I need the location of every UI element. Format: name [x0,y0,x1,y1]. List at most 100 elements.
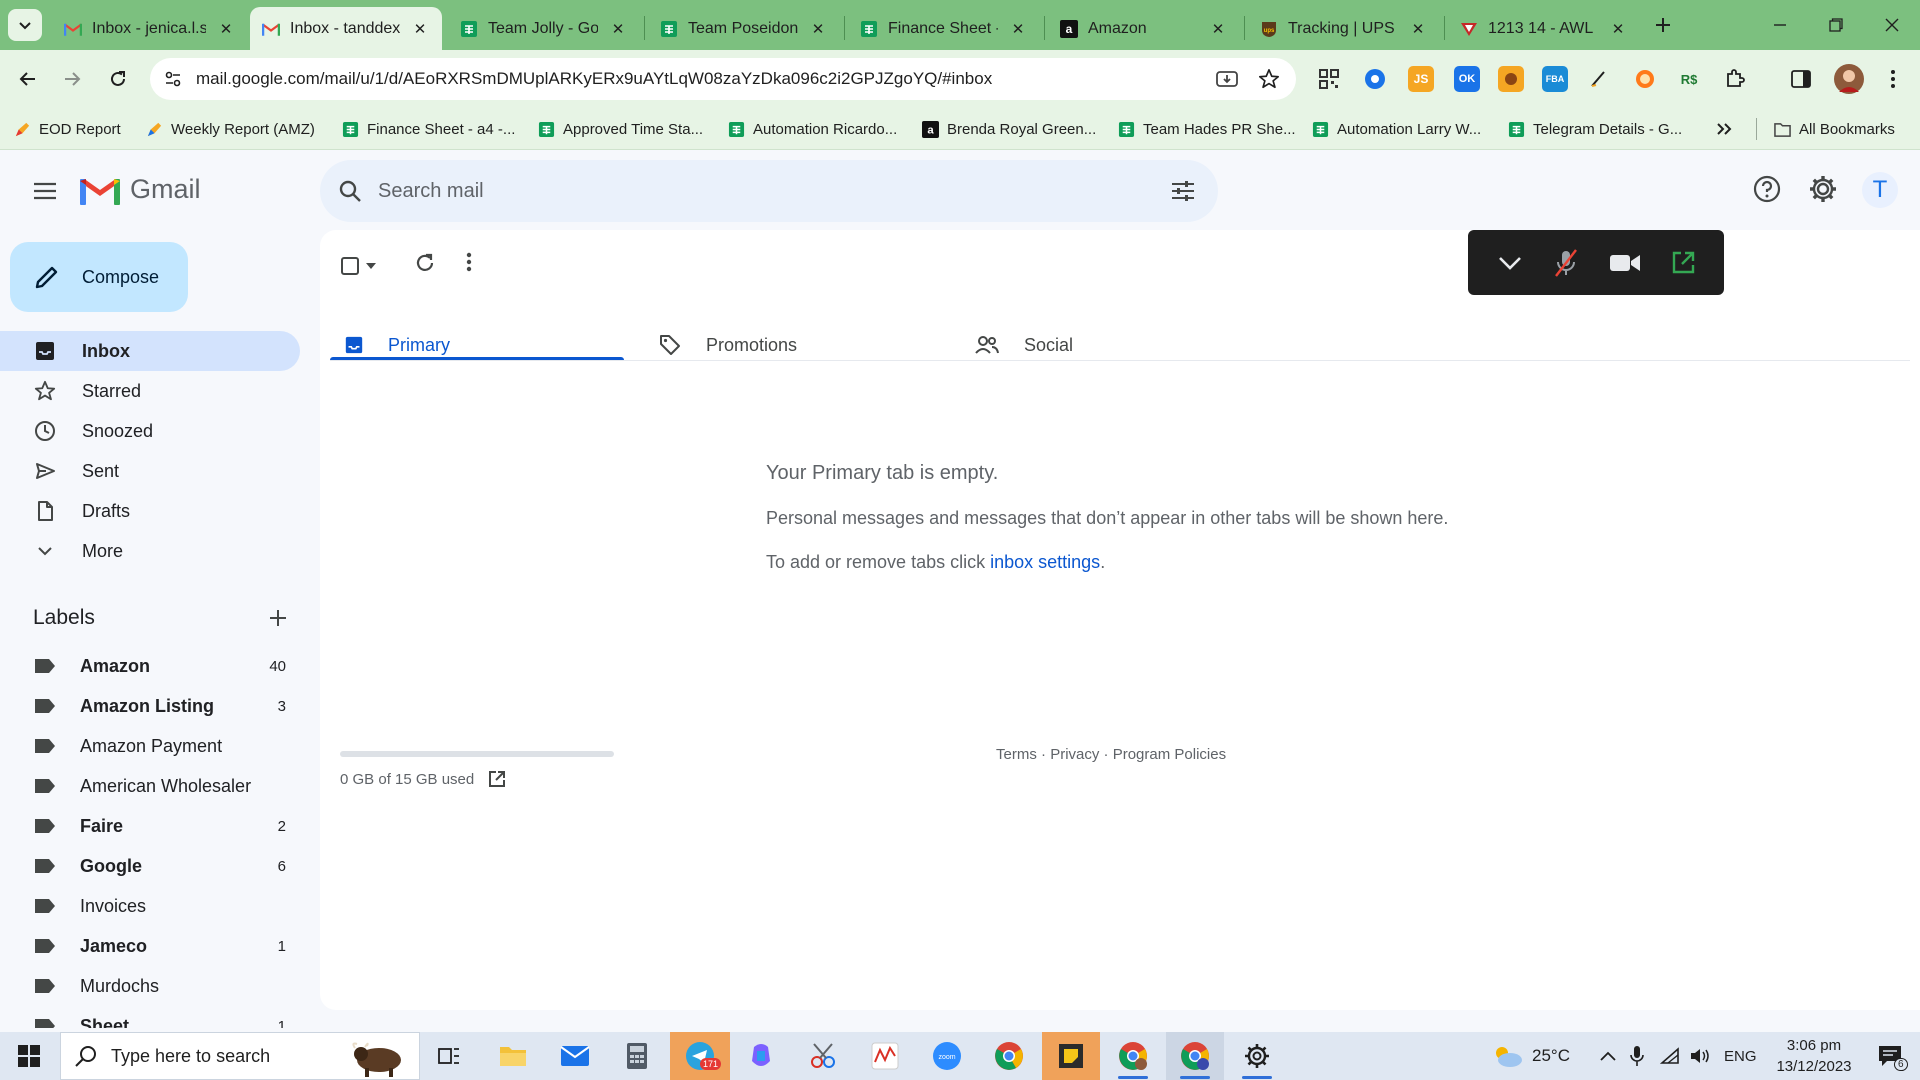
close-tab-icon[interactable]: ✕ [216,20,236,38]
tab-promotions[interactable]: Promotions [658,312,928,378]
privacy-link[interactable]: Privacy [1050,746,1099,763]
forward-button[interactable] [56,63,88,95]
bookmark-star-icon[interactable] [1258,68,1280,90]
copilot-app[interactable] [732,1032,790,1080]
browser-tab-active[interactable]: Inbox - tanddexp ✕ [250,7,442,50]
open-in-new-icon[interactable] [488,770,506,788]
create-label-button[interactable] [266,606,290,630]
zoom-app[interactable]: zoom [918,1032,976,1080]
settings-app[interactable] [1228,1032,1286,1080]
close-tab-icon[interactable]: ✕ [1608,20,1628,38]
search-input[interactable] [378,179,1138,203]
label-item[interactable]: Google 6 [0,846,300,886]
settings-button[interactable] [1808,174,1838,204]
browser-tab[interactable]: ups Tracking | UPS - L ✕ [1248,7,1440,50]
stocks-app[interactable] [856,1032,914,1080]
label-item[interactable]: Amazon 40 [0,646,300,686]
close-tab-icon[interactable]: ✕ [1208,20,1228,38]
telegram-app[interactable]: 171 [670,1032,730,1080]
clock[interactable]: 3:06 pm 13/12/2023 [1768,1032,1860,1080]
all-bookmarks-button[interactable]: All Bookmarks [1774,108,1895,150]
label-item[interactable]: Jameco 1 [0,926,300,966]
ok-icon[interactable]: OK [1454,66,1480,92]
browser-tab[interactable]: 1213 14 - AWL L ✕ [1448,7,1640,50]
chrome-menu-icon[interactable] [1880,66,1906,92]
main-menu-button[interactable] [28,176,62,206]
profile-avatar[interactable] [1834,64,1864,94]
browser-tab[interactable]: Team Jolly - Goo ✕ [448,7,640,50]
label-item[interactable]: Murdochs [0,966,300,1006]
new-tab-button[interactable] [1648,10,1678,40]
js-icon[interactable]: JS [1408,66,1434,92]
pen-ext-icon[interactable] [1586,66,1612,92]
network-tray-icon[interactable] [1660,1032,1680,1080]
open-in-new-icon[interactable] [1670,250,1696,276]
mic-off-icon[interactable] [1552,248,1580,278]
file-explorer-app[interactable] [484,1032,542,1080]
inbox-settings-link[interactable]: inbox settings [990,552,1100,572]
gmail-logo[interactable]: Gmail [80,174,201,205]
minimize-window-button[interactable] [1752,0,1808,50]
video-camera-icon[interactable] [1609,252,1641,274]
browser-tab[interactable]: Finance Sheet - a ✕ [848,7,1040,50]
bookmark-item[interactable]: EOD Report [14,108,121,150]
tray-overflow-button[interactable] [1600,1032,1616,1080]
nav-starred[interactable]: Starred [0,371,300,411]
sticky-notes-app[interactable] [1042,1032,1100,1080]
help-button[interactable] [1752,174,1782,204]
notification-center-button[interactable]: 6 [1868,1032,1912,1080]
bookmark-item[interactable]: Automation Larry W... [1312,108,1481,150]
circle-ext-icon[interactable] [1632,66,1658,92]
browser-tab[interactable]: Team Poseidon P ✕ [648,7,840,50]
terms-link[interactable]: Terms [996,746,1037,763]
mail-app[interactable] [546,1032,604,1080]
label-item[interactable]: Invoices [0,886,300,926]
label-item[interactable]: American Wholesaler [0,766,300,806]
amz-ext-icon[interactable] [1498,66,1524,92]
browser-tab[interactable]: Inbox - jenica.l.sc ✕ [52,7,248,50]
search-bar[interactable] [320,160,1218,222]
label-item[interactable]: Amazon Payment [0,726,300,766]
nav-inbox[interactable]: Inbox [0,331,300,371]
search-icon[interactable] [338,179,362,203]
taskbar-search[interactable]: Type here to search [60,1032,420,1080]
select-all-checkbox[interactable] [340,250,384,282]
more-bookmarks-button[interactable] [1716,108,1732,150]
tab-social[interactable]: Social [974,312,1244,378]
bookmark-item[interactable]: Automation Ricardo... [728,108,897,150]
bookmark-item[interactable]: Approved Time Sta... [538,108,703,150]
bookmark-item[interactable]: Weekly Report (AMZ) [146,108,315,150]
weather-widget[interactable]: 25°C [1490,1032,1570,1080]
task-view-button[interactable] [420,1032,478,1080]
nav-snoozed[interactable]: Snoozed [0,411,300,451]
bookmark-item[interactable]: Team Hades PR She... [1118,108,1296,150]
chrome-profile-app-active[interactable] [1166,1032,1224,1080]
program-policies-link[interactable]: Program Policies [1113,746,1226,763]
chevron-down-icon[interactable] [1497,254,1523,272]
label-item[interactable]: Amazon Listing 3 [0,686,300,726]
install-app-icon[interactable] [1216,69,1238,89]
account-avatar[interactable]: T [1862,172,1898,208]
fba-icon[interactable]: FBA [1542,66,1568,92]
bookmark-item[interactable]: Telegram Details - G... [1508,108,1682,150]
browser-tab[interactable]: a Amazon ✕ [1048,7,1240,50]
reload-button[interactable] [102,63,134,95]
chrome-profile-app[interactable] [1104,1032,1162,1080]
site-info-icon[interactable] [164,70,182,88]
bookmark-item[interactable]: a Brenda Royal Green... [922,108,1096,150]
close-tab-icon[interactable]: ✕ [808,20,828,38]
rs-icon[interactable]: R$ [1676,66,1702,92]
snap-icon[interactable] [1362,66,1388,92]
nav-drafts[interactable]: Drafts [0,491,300,531]
close-tab-icon[interactable]: ✕ [1408,20,1428,38]
refresh-button[interactable] [414,252,442,280]
microphone-tray-icon[interactable] [1630,1032,1644,1080]
close-tab-icon[interactable]: ✕ [410,20,430,38]
qr-icon[interactable] [1316,66,1342,92]
chrome-app[interactable] [980,1032,1038,1080]
close-window-button[interactable] [1864,0,1920,50]
compose-button[interactable]: Compose [10,242,188,312]
close-tab-icon[interactable]: ✕ [608,20,628,38]
address-bar[interactable]: mail.google.com/mail/u/1/d/AEoRXRSmDMUpl… [150,58,1296,100]
back-button[interactable] [12,63,44,95]
